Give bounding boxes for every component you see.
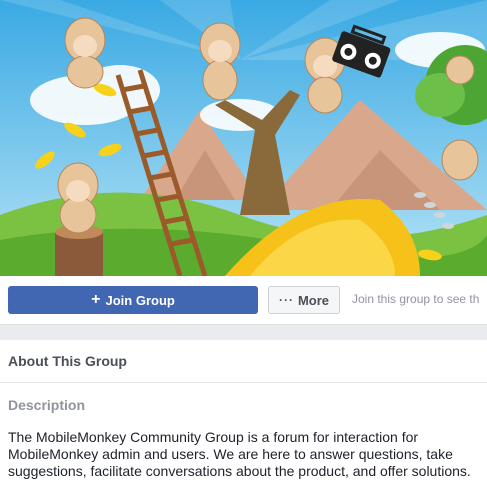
plus-icon: + — [91, 291, 101, 308]
group-cover-photo — [0, 0, 487, 276]
section-separator — [0, 324, 487, 340]
divider — [0, 382, 487, 383]
join-hint-text: Join this group to see th — [352, 292, 480, 306]
about-title: About This Group — [8, 353, 127, 369]
about-group-panel: About This Group Description The MobileM… — [0, 340, 487, 501]
description-text: The MobileMonkey Community Group is a fo… — [8, 429, 471, 479]
group-action-bar: + Join Group ··· More Join this group to… — [0, 276, 487, 324]
join-group-label: Join Group — [105, 292, 175, 308]
more-dots-icon: ··· — [278, 293, 294, 307]
more-button[interactable]: ··· More — [268, 286, 340, 314]
more-label: More — [297, 292, 330, 308]
join-group-button[interactable]: + Join Group — [8, 286, 258, 314]
description-label: Description — [8, 397, 86, 413]
